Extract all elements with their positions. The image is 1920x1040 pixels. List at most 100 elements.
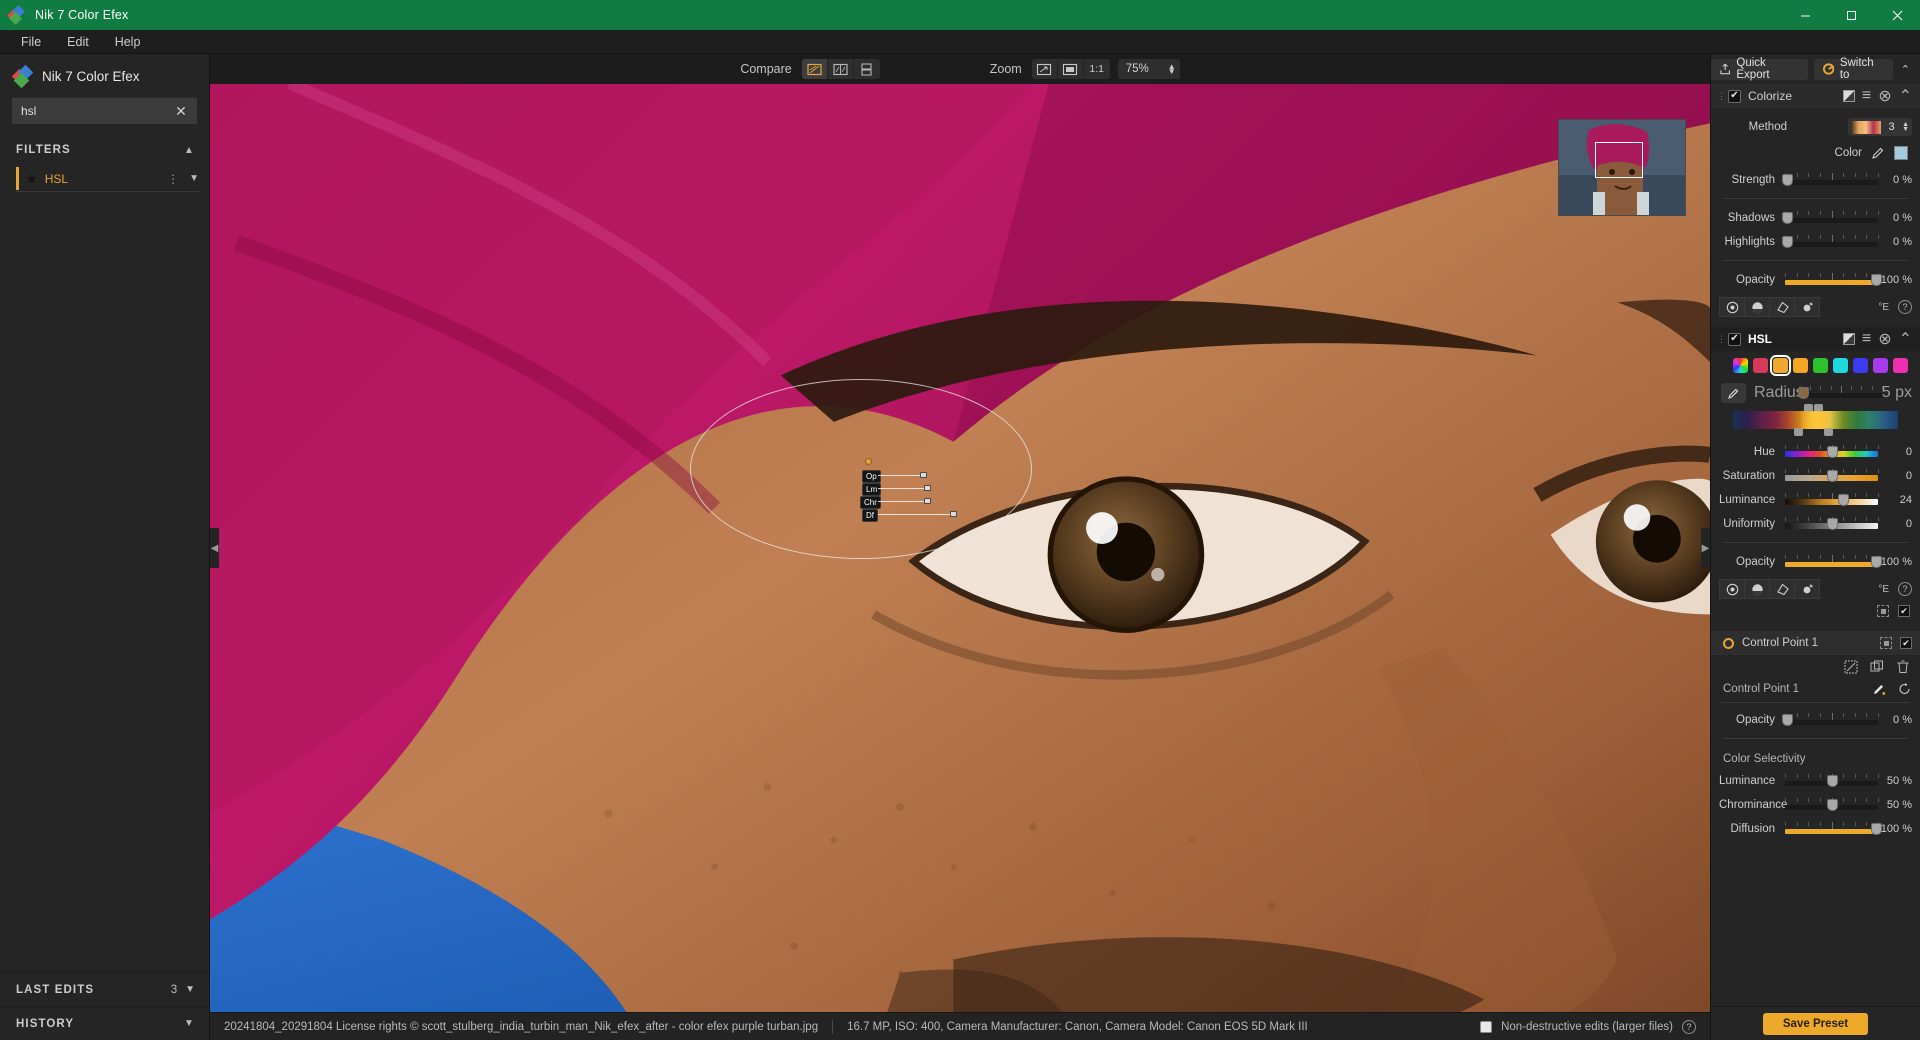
- collapse-left-panel-icon[interactable]: ◀: [210, 528, 219, 568]
- more-options-icon[interactable]: ⋮: [167, 172, 179, 186]
- cp-knob-luminance[interactable]: [924, 485, 931, 491]
- slider-shadows[interactable]: Shadows 0 %: [1719, 207, 1912, 228]
- swatch-cyan[interactable]: [1833, 358, 1848, 373]
- chevron-up-icon[interactable]: ⌃: [1899, 329, 1912, 349]
- polygon-tool-icon[interactable]: [1769, 297, 1795, 317]
- star-icon[interactable]: ★: [26, 172, 37, 186]
- swatch-red[interactable]: [1753, 358, 1768, 373]
- slider-highlights[interactable]: Highlights 0 %: [1719, 231, 1912, 252]
- temperature-icon[interactable]: °E: [1878, 584, 1889, 595]
- menu-lines-icon[interactable]: ≡: [1862, 330, 1871, 348]
- slider-cp-opacity[interactable]: Opacity 0 %: [1719, 709, 1912, 730]
- slider-hsl-opacity[interactable]: Opacity 100 %: [1719, 551, 1912, 572]
- delete-icon[interactable]: [1896, 660, 1910, 674]
- eyedropper-button[interactable]: [1721, 383, 1746, 403]
- method-stepper[interactable]: 3 ▲▼: [1848, 118, 1912, 136]
- effect-enable-checkbox[interactable]: ✔: [1728, 333, 1741, 346]
- chevron-up-icon[interactable]: ⌃: [1899, 86, 1912, 106]
- mask-toggle-icon[interactable]: [1843, 90, 1855, 102]
- help-icon[interactable]: ?: [1682, 1020, 1696, 1034]
- zoom-one-to-one[interactable]: 1:1: [1084, 59, 1110, 79]
- minimize-icon[interactable]: [1782, 0, 1828, 30]
- swatch-purple[interactable]: [1873, 358, 1888, 373]
- duplicate-icon[interactable]: [1870, 660, 1884, 674]
- hue-range-marker-bottom-right[interactable]: [1824, 428, 1833, 436]
- temperature-icon[interactable]: °E: [1878, 302, 1889, 313]
- luminosity-mask-icon[interactable]: [1794, 579, 1820, 599]
- slider-sel-luminance[interactable]: Luminance 50 %: [1719, 770, 1912, 791]
- menu-help[interactable]: Help: [102, 32, 154, 52]
- slider-opacity[interactable]: Opacity 100 %: [1719, 269, 1912, 290]
- control-point-center[interactable]: [865, 458, 872, 465]
- chevron-down-icon[interactable]: ▼: [189, 173, 199, 184]
- swatch-orange-selected[interactable]: [1773, 358, 1788, 373]
- slider-hue[interactable]: Hue 0: [1719, 441, 1912, 462]
- last-edits-section[interactable]: LAST EDITS 3 ▼: [0, 972, 209, 1006]
- effect-header-hsl[interactable]: ⋮ ✔ HSL ≡ ⊗ ⌃: [1711, 327, 1920, 351]
- collapse-right-panel-icon[interactable]: ▶: [1701, 528, 1710, 568]
- close-icon[interactable]: [1874, 0, 1920, 30]
- polygon-tool-icon[interactable]: [1769, 579, 1795, 599]
- slider-luminance[interactable]: Luminance 24: [1719, 489, 1912, 510]
- eyedropper-icon[interactable]: [1872, 682, 1886, 696]
- control-point-group-checkbox[interactable]: ✔: [1898, 605, 1910, 617]
- canvas-area[interactable]: Op Lm Chr Df: [210, 84, 1710, 1012]
- swatch-blue[interactable]: [1853, 358, 1868, 373]
- save-preset-button[interactable]: Save Preset: [1763, 1013, 1868, 1035]
- help-icon[interactable]: ?: [1898, 582, 1912, 596]
- remove-effect-icon[interactable]: ⊗: [1878, 86, 1891, 106]
- control-point-row[interactable]: Control Point 1 ✔: [1711, 631, 1920, 655]
- effect-enable-checkbox[interactable]: ✔: [1728, 90, 1741, 103]
- menu-edit[interactable]: Edit: [54, 32, 102, 52]
- hue-range-selector[interactable]: [1733, 411, 1898, 429]
- control-point-group-icon[interactable]: [1877, 605, 1889, 617]
- photo-preview[interactable]: Op Lm Chr Df: [210, 84, 1710, 1012]
- slider-uniformity[interactable]: Uniformity 0: [1719, 513, 1912, 534]
- cp-knob-chrominance[interactable]: [924, 498, 931, 504]
- slider-sel-chrominance[interactable]: Chrominance 50 %: [1719, 794, 1912, 815]
- stepper-arrows-icon[interactable]: ▲▼: [1902, 122, 1909, 132]
- filter-item-hsl[interactable]: ★ HSL ⋮ ▼: [16, 166, 199, 192]
- eyedropper-icon[interactable]: [1871, 146, 1885, 160]
- navigator-viewport-rect[interactable]: [1595, 142, 1643, 178]
- filters-section-header[interactable]: FILTERS ▲: [0, 138, 209, 162]
- control-line-tool-icon[interactable]: [1744, 579, 1770, 599]
- swatch-green[interactable]: [1813, 358, 1828, 373]
- switch-to-button[interactable]: Switch to: [1814, 59, 1893, 80]
- reset-icon[interactable]: [1898, 682, 1912, 696]
- fit-to-screen-icon[interactable]: [1032, 59, 1058, 79]
- navigator-thumbnail[interactable]: [1558, 119, 1686, 216]
- clear-icon[interactable]: ✕: [173, 103, 189, 119]
- control-point-tool-icon[interactable]: [1719, 579, 1745, 599]
- zoom-value-stepper[interactable]: 75% ▲▼: [1118, 59, 1180, 79]
- menu-lines-icon[interactable]: ≡: [1862, 87, 1871, 105]
- hue-range-marker-bottom-left[interactable]: [1794, 428, 1803, 436]
- invert-mask-icon[interactable]: [1844, 660, 1858, 674]
- help-icon[interactable]: ?: [1898, 300, 1912, 314]
- control-point-checkbox[interactable]: ✔: [1900, 637, 1912, 649]
- slider-sel-diffusion[interactable]: Diffusion 100 %: [1719, 818, 1912, 839]
- swatch-magenta[interactable]: [1893, 358, 1908, 373]
- split-view-icon[interactable]: [802, 59, 828, 79]
- effect-header-colorize[interactable]: ⋮ ✔ Colorize ≡ ⊗ ⌃: [1711, 84, 1920, 108]
- slider-strength[interactable]: Strength 0 %: [1719, 169, 1912, 190]
- cp-knob-diffusion[interactable]: [950, 511, 957, 517]
- slider-saturation[interactable]: Saturation 0: [1719, 465, 1912, 486]
- menu-file[interactable]: File: [8, 32, 54, 52]
- color-swatch[interactable]: [1894, 146, 1908, 160]
- luminosity-mask-icon[interactable]: [1794, 297, 1820, 317]
- cp-knob-opacity[interactable]: [920, 472, 927, 478]
- swatch-all[interactable]: [1733, 358, 1748, 373]
- stepper-arrows-icon[interactable]: ▲▼: [1168, 64, 1176, 74]
- drag-grip-icon[interactable]: ⋮: [1717, 334, 1721, 345]
- side-by-side-icon[interactable]: [828, 59, 854, 79]
- nondestructive-checkbox[interactable]: [1480, 1021, 1492, 1033]
- mask-toggle-icon[interactable]: [1843, 333, 1855, 345]
- fill-screen-icon[interactable]: [1058, 59, 1084, 79]
- control-point-tool-icon[interactable]: [1719, 297, 1745, 317]
- cp-tag-chrominance[interactable]: Chr: [860, 496, 881, 509]
- quick-export-button[interactable]: Quick Export: [1711, 59, 1808, 80]
- control-line-tool-icon[interactable]: [1744, 297, 1770, 317]
- before-after-icon[interactable]: [854, 59, 880, 79]
- collapse-panel-icon[interactable]: ⌃: [1899, 63, 1912, 76]
